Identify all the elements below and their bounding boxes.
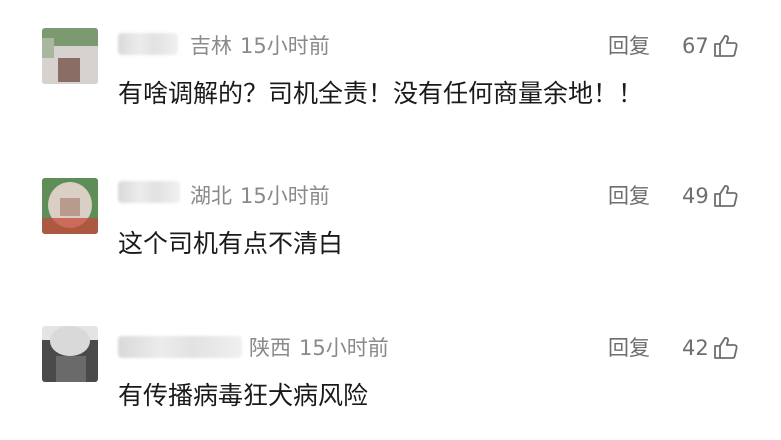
reply-button[interactable]: 回复 bbox=[608, 184, 650, 208]
username-blurred[interactable] bbox=[118, 33, 178, 55]
like-count: 49 bbox=[682, 184, 709, 208]
comment-content: 有传播病毒狂犬病风险 bbox=[118, 381, 369, 410]
username-blurred[interactable] bbox=[118, 336, 242, 358]
comment-meta: 陕西 15小时前 bbox=[249, 336, 389, 360]
comment-time: 15小时前 bbox=[299, 336, 389, 360]
reply-button[interactable]: 回复 bbox=[608, 336, 650, 360]
thumbs-up-icon bbox=[713, 184, 739, 208]
comment-item: 湖北 15小时前 回复 49 这个司机有点不清白 bbox=[0, 150, 781, 290]
like-count: 42 bbox=[682, 336, 709, 360]
avatar[interactable] bbox=[42, 326, 98, 382]
thumbs-up-icon bbox=[713, 34, 739, 58]
reply-button[interactable]: 回复 bbox=[608, 34, 650, 58]
username-blurred[interactable] bbox=[118, 181, 180, 203]
avatar[interactable] bbox=[42, 28, 98, 84]
comment-region: 陕西 bbox=[249, 336, 291, 360]
like-button[interactable]: 49 bbox=[682, 183, 739, 209]
comment-item: 陕西 15小时前 回复 42 有传播病毒狂犬病风险 bbox=[0, 300, 781, 440]
comment-region: 湖北 bbox=[190, 184, 232, 208]
comment-content: 这个司机有点不清白 bbox=[118, 229, 344, 258]
comment-time: 15小时前 bbox=[240, 184, 330, 208]
like-count: 67 bbox=[682, 34, 709, 58]
comment-time: 15小时前 bbox=[240, 34, 330, 58]
comment-item: 吉林 15小时前 回复 67 有啥调解的？司机全责！没有任何商量余地！！ bbox=[0, 0, 781, 140]
comment-meta: 吉林 15小时前 bbox=[190, 34, 330, 58]
comment-content: 有啥调解的？司机全责！没有任何商量余地！！ bbox=[118, 79, 644, 108]
like-button[interactable]: 42 bbox=[682, 335, 739, 361]
thumbs-up-icon bbox=[713, 336, 739, 360]
comment-region: 吉林 bbox=[190, 34, 232, 58]
like-button[interactable]: 67 bbox=[682, 33, 739, 59]
comment-meta: 湖北 15小时前 bbox=[190, 184, 330, 208]
avatar[interactable] bbox=[42, 178, 98, 234]
